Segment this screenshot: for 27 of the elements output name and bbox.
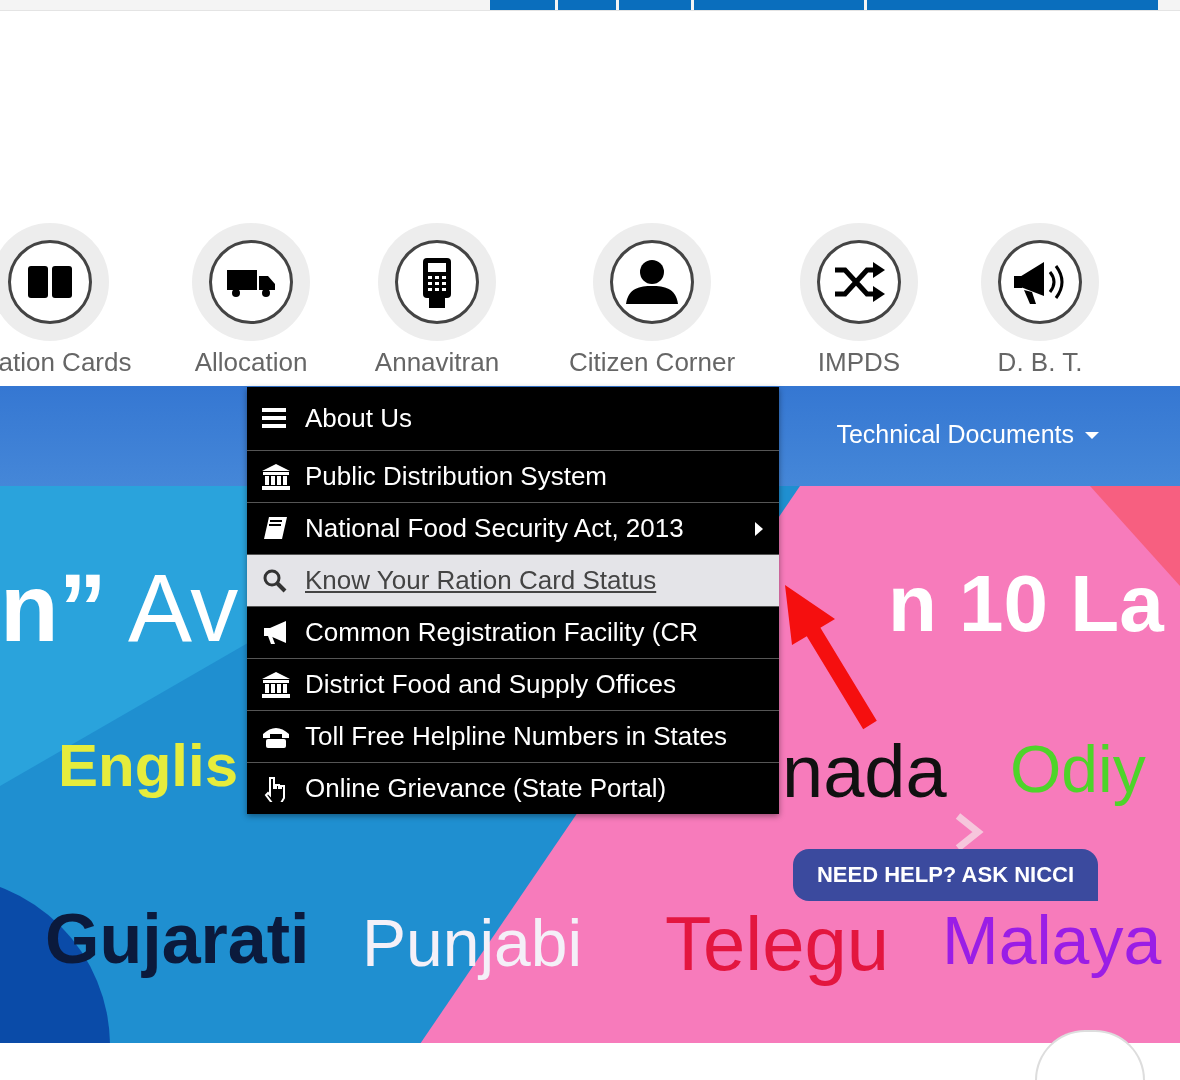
- banner-text: Telegu: [665, 899, 889, 988]
- quick-link-label[interactable]: ation Cards: [0, 346, 132, 378]
- banner-text: Gujarati: [45, 898, 310, 980]
- book-icon: [262, 515, 290, 542]
- quick-link-label[interactable]: Annavitran: [374, 346, 500, 378]
- banner-text: Av: [128, 552, 239, 663]
- banner-text: n”: [0, 552, 107, 663]
- dropdown-menu-item[interactable]: District Food and Supply Offices: [247, 658, 779, 710]
- building-icon: [262, 671, 290, 698]
- banner-text: Odiy: [1010, 730, 1146, 808]
- dropdown-menu-item[interactable]: Know Your Ration Card Status: [247, 554, 779, 606]
- building-icon: [262, 463, 290, 490]
- dropdown-menu-item[interactable]: Toll Free Helpline Numbers in States: [247, 710, 779, 762]
- dropdown-menu-item[interactable]: Online Grievance (State Portal): [247, 762, 779, 814]
- dropdown-menu-item[interactable]: Common Registration Facility (CR: [247, 606, 779, 658]
- banner-text: Malaya: [942, 900, 1162, 980]
- banner-text: Englis: [58, 730, 239, 801]
- quick-link-label[interactable]: D. B. T.: [997, 346, 1083, 378]
- nav-menu-link[interactable]: Technical Documents: [836, 420, 1100, 452]
- quick-link-label[interactable]: IMPDS: [817, 346, 901, 378]
- quick-link-label[interactable]: Citizen Corner: [568, 346, 736, 378]
- help-chat-button[interactable]: NEED HELP? ASK NICCI: [793, 848, 1098, 901]
- quick-link-label[interactable]: Allocation: [194, 346, 308, 378]
- banner-text: n 10 La: [888, 557, 1164, 650]
- dropdown-menu-item[interactable]: Public Distribution System: [247, 450, 779, 502]
- dropdown-menu-item[interactable]: About Us: [247, 387, 779, 450]
- banner-text: nada: [782, 728, 947, 815]
